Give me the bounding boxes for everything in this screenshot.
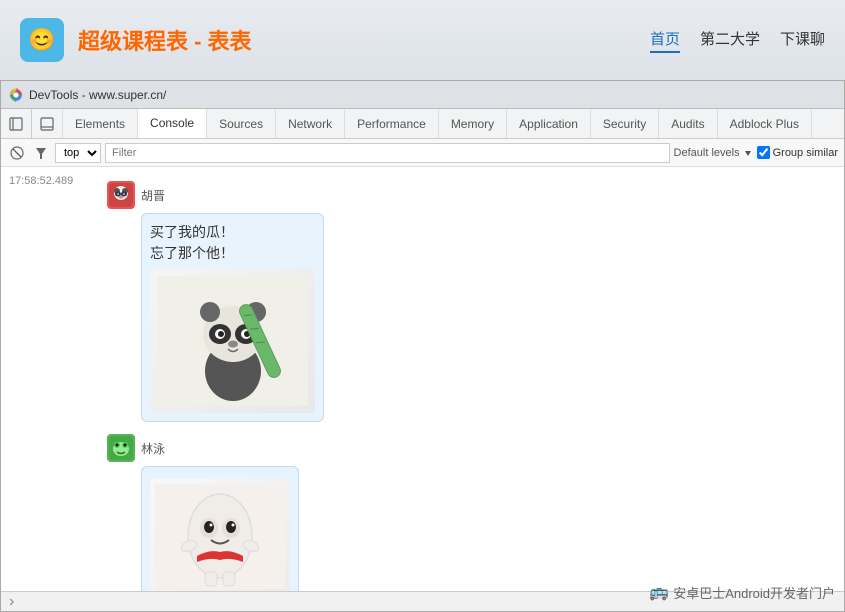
- chrome-browser-icon: [9, 88, 23, 102]
- app-title: 超级课程表 - 表表: [78, 24, 636, 56]
- devtools-titlebar: DevTools - www.super.cn/: [1, 81, 844, 109]
- dock-icon[interactable]: [32, 109, 63, 138]
- context-select[interactable]: top: [55, 143, 101, 163]
- nav-home[interactable]: 首页: [650, 28, 680, 53]
- group-similar-label: Group similar: [773, 147, 838, 159]
- chat-bubble-2: [141, 466, 299, 591]
- tab-audits[interactable]: Audits: [659, 109, 717, 138]
- watermark-text: 安卓巴士Android开发者门户: [673, 583, 835, 602]
- log-levels-selector[interactable]: Default levels: [674, 147, 753, 159]
- devtools-tab-bar: Elements Console Sources Network Perform…: [1, 109, 844, 139]
- tab-performance[interactable]: Performance: [345, 109, 439, 138]
- group-similar-option[interactable]: Group similar: [757, 146, 838, 159]
- chat-user-1: 胡晋: [107, 181, 828, 209]
- browser-nav: 首页 第二大学 下课聊: [650, 28, 825, 53]
- chat-bubble-1: 买了我的瓜！忘了那个他！: [141, 213, 324, 422]
- filter-toggle-button[interactable]: [31, 143, 51, 163]
- clear-console-button[interactable]: [7, 143, 27, 163]
- chat-text-1: 买了我的瓜！忘了那个他！: [150, 222, 315, 264]
- chat-user-2: 林泳: [107, 434, 828, 462]
- tab-memory[interactable]: Memory: [439, 109, 507, 138]
- expand-icon[interactable]: ›: [9, 593, 14, 611]
- nav-university[interactable]: 第二大学: [700, 28, 760, 53]
- watermark-logo-icon: 🚌: [649, 582, 669, 602]
- log-timestamp: 17:58:52.489: [9, 173, 99, 591]
- console-content: 17:58:52.489: [1, 167, 844, 591]
- meme-image-2: [150, 479, 290, 591]
- default-levels-label: Default levels: [674, 147, 740, 159]
- tab-console[interactable]: Console: [138, 109, 207, 139]
- chevron-down-icon: [743, 148, 753, 158]
- tab-sources[interactable]: Sources: [207, 109, 276, 138]
- panel-toggle-icon[interactable]: [1, 109, 32, 138]
- watermark: 🚌 安卓巴士Android开发者门户: [649, 582, 835, 602]
- chat-message-1: 胡晋 买了我的瓜！忘了那个他！: [107, 181, 828, 422]
- page-wrapper: 😊 超级课程表 - 表表 首页 第二大学 下课聊 DevTools - www.…: [0, 0, 845, 612]
- tab-network[interactable]: Network: [276, 109, 345, 138]
- app-logo: 😊: [20, 18, 64, 62]
- log-content: 胡晋 买了我的瓜！忘了那个他！: [99, 173, 836, 591]
- meme-image-1: [150, 268, 315, 413]
- tab-adblock[interactable]: Adblock Plus: [718, 109, 812, 138]
- tab-security[interactable]: Security: [591, 109, 659, 138]
- devtools-title: DevTools - www.super.cn/: [29, 88, 836, 102]
- chat-message-2: 林泳: [107, 434, 828, 591]
- tab-elements[interactable]: Elements: [63, 109, 138, 138]
- group-similar-checkbox[interactable]: [757, 146, 770, 159]
- avatar-user-1: [107, 181, 135, 209]
- tab-application[interactable]: Application: [507, 109, 591, 138]
- filter-input[interactable]: [105, 143, 670, 163]
- browser-chrome: 😊 超级课程表 - 表表 首页 第二大学 下课聊: [0, 0, 845, 80]
- avatar-user-2: [107, 434, 135, 462]
- console-toolbar: top Default levels Group similar: [1, 139, 844, 167]
- console-log-entry: 17:58:52.489: [1, 171, 844, 591]
- chat-area: 胡晋 买了我的瓜！忘了那个他！: [99, 173, 836, 591]
- nav-chat[interactable]: 下课聊: [780, 28, 825, 53]
- devtools-window: DevTools - www.super.cn/ Elements: [0, 80, 845, 612]
